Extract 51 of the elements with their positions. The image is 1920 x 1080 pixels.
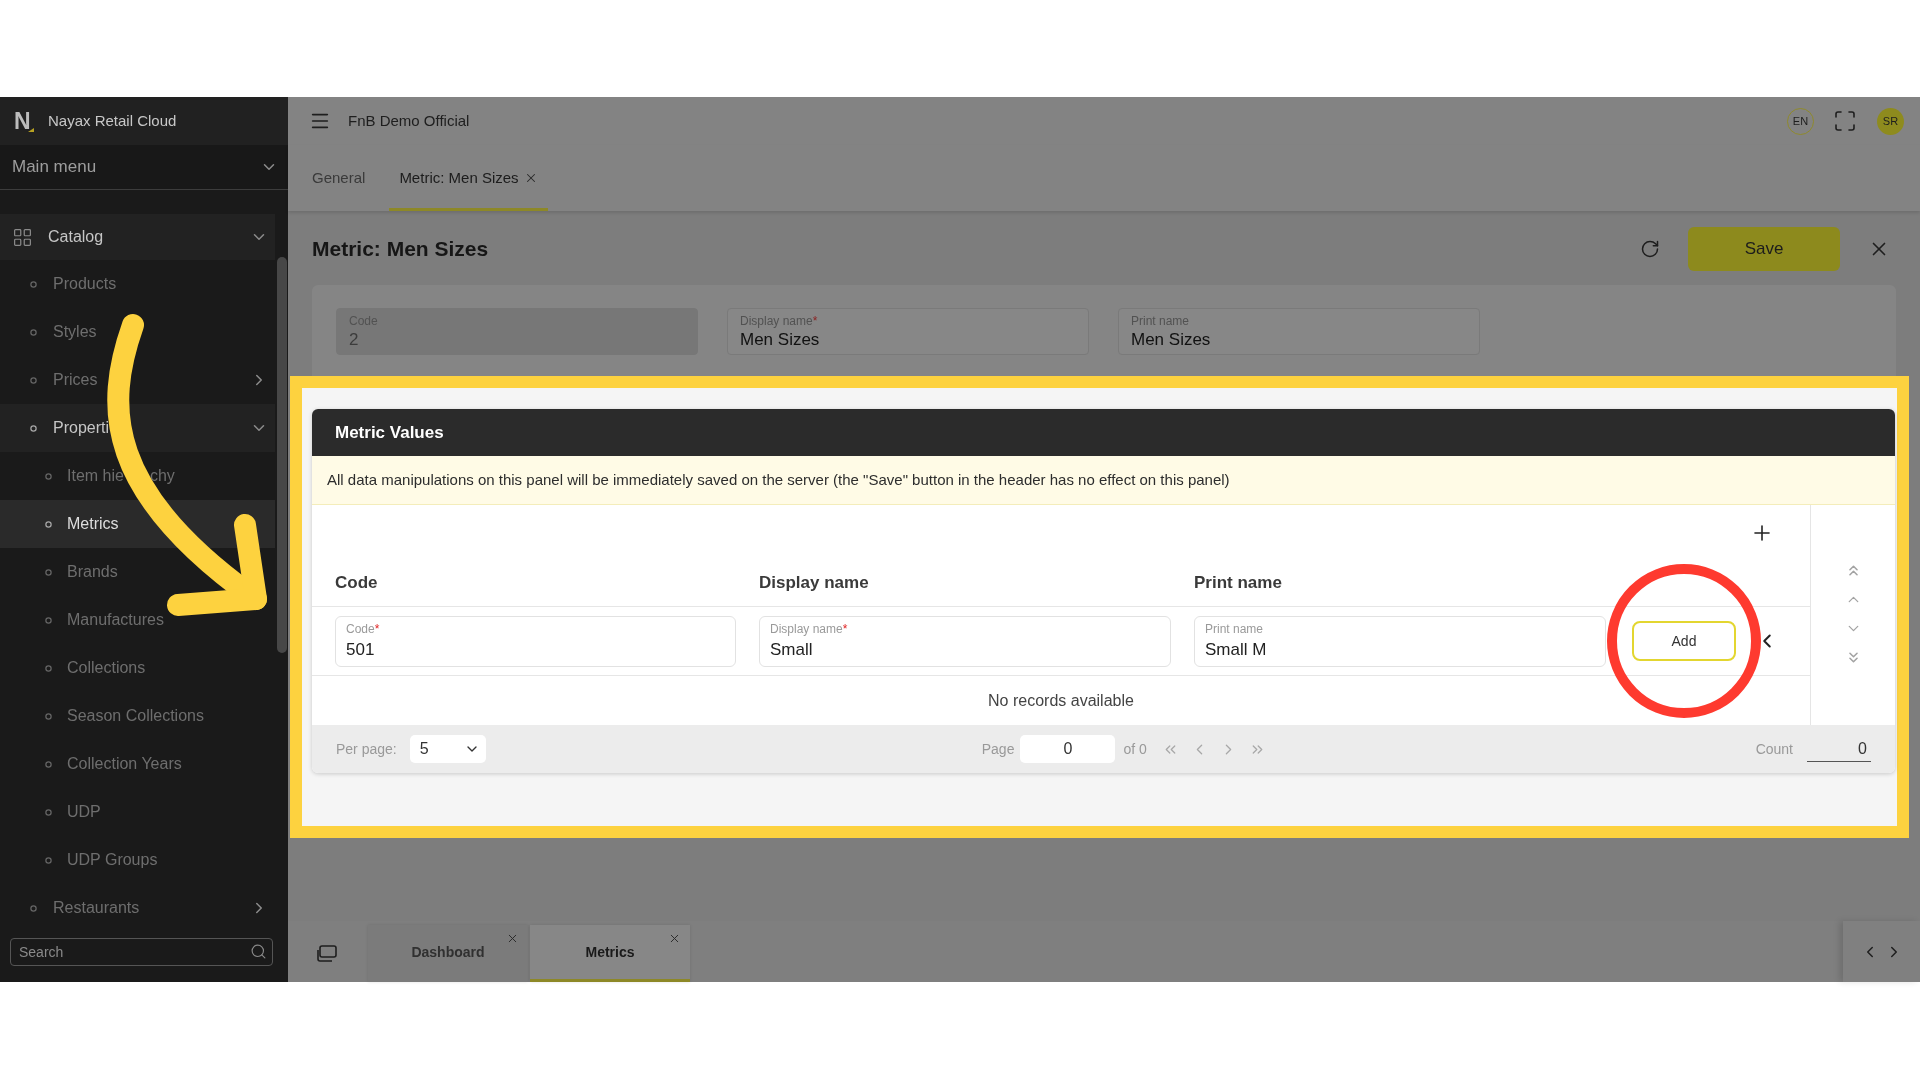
empty-message: No records available xyxy=(988,690,1134,711)
close-icon[interactable] xyxy=(506,932,519,945)
scrollbar-thumb[interactable] xyxy=(276,257,287,653)
page-label: Page xyxy=(981,739,1015,759)
workspace-name: FnB Demo Official xyxy=(348,110,470,131)
search-field[interactable]: Search xyxy=(10,938,273,966)
bullet-icon xyxy=(45,760,52,768)
fullscreen-icon[interactable] xyxy=(1833,109,1857,133)
sidebar-item[interactable]: Catalog xyxy=(0,214,275,260)
page-field[interactable]: 0 xyxy=(1020,735,1116,763)
sidebar-item[interactable]: Properti xyxy=(0,404,275,452)
column-header: Code xyxy=(335,573,378,593)
tab[interactable]: General xyxy=(302,148,376,211)
tab[interactable]: Metrics xyxy=(530,925,690,982)
bullet-icon xyxy=(45,664,52,672)
search-icon[interactable] xyxy=(250,943,267,960)
add-button[interactable]: Add xyxy=(1632,621,1736,661)
count-label: Count xyxy=(1755,739,1793,759)
bullet-icon xyxy=(45,616,52,624)
bullet-icon xyxy=(45,712,52,720)
windows-icon[interactable] xyxy=(317,945,337,962)
bullet-icon xyxy=(45,808,52,816)
bullet-icon xyxy=(45,568,52,576)
save-button[interactable]: Save xyxy=(1688,227,1840,271)
bullet-icon xyxy=(45,472,52,480)
bullet-icon xyxy=(45,520,52,528)
brand-name: Nayax Retail Cloud xyxy=(48,110,177,131)
bullet-icon xyxy=(30,280,37,288)
per-page-select[interactable]: 5 xyxy=(409,735,486,763)
user-avatar[interactable]: SR xyxy=(1877,107,1904,135)
input-field[interactable]: Print name Small M xyxy=(1194,615,1606,667)
count-field: 0 xyxy=(1807,736,1871,762)
column-header: Print name xyxy=(1194,573,1282,593)
refresh-icon[interactable] xyxy=(1640,239,1660,259)
bullet-icon xyxy=(30,376,37,384)
brand-logo: N xyxy=(14,109,35,133)
page-title: Metric: Men Sizes xyxy=(312,236,490,263)
page-count: of 0 xyxy=(1123,739,1147,759)
column-header: Display name xyxy=(759,573,869,593)
bullet-icon xyxy=(30,424,37,432)
panel-title: Metric Values xyxy=(335,421,444,444)
input-field[interactable]: Code* 501 xyxy=(335,615,736,667)
close-icon[interactable] xyxy=(668,932,681,945)
bullet-icon xyxy=(45,856,52,864)
input-field[interactable]: Display name* Small xyxy=(759,615,1171,667)
notice-text: All data manipulations on this panel will be immediately saved on the server (the "Save" button in the header has no effect on this panel) xyxy=(327,469,1230,490)
tab[interactable]: Dashboard xyxy=(368,925,528,982)
bullet-icon xyxy=(30,904,37,912)
grid-icon xyxy=(12,226,33,248)
per-page-label: Per page: xyxy=(336,739,397,759)
bullet-icon xyxy=(30,328,37,336)
